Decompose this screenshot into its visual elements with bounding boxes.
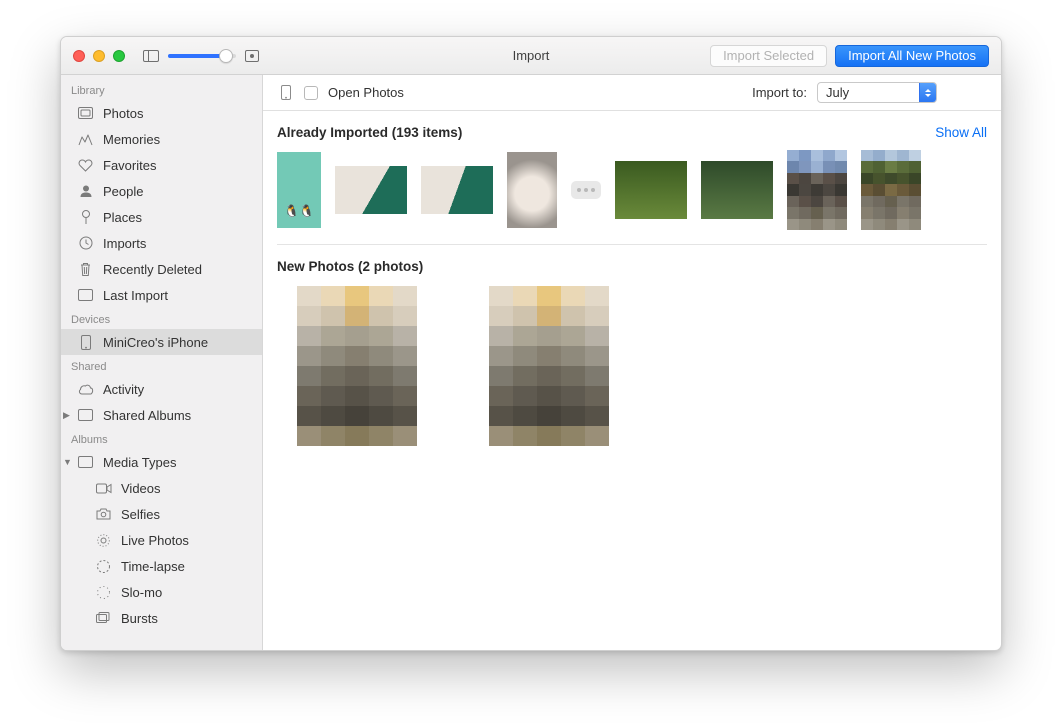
iphone-icon [77, 334, 94, 351]
main-content: Open Photos Import to: July Already Impo… [263, 75, 1001, 650]
sidebar-item-label: Memories [103, 132, 160, 147]
photo-thumbnail[interactable] [787, 150, 847, 230]
sidebar-item-label: Media Types [103, 455, 176, 470]
sidebar-item-places[interactable]: Places [61, 204, 262, 230]
photo-thumbnail[interactable]: 🐧🐧 [277, 152, 321, 228]
photo-thumbnail[interactable] [701, 161, 773, 219]
sidebar-section-library: Library [61, 79, 262, 100]
sidebar-item-memories[interactable]: Memories [61, 126, 262, 152]
sidebar-section-shared: Shared [61, 355, 262, 376]
memories-icon [77, 131, 94, 148]
sidebar-item-label: Live Photos [121, 533, 189, 548]
sidebar-item-favorites[interactable]: Favorites [61, 152, 262, 178]
sidebar-item-shared-albums[interactable]: ▶ Shared Albums [61, 402, 262, 428]
photo-thumbnail[interactable] [421, 166, 493, 214]
sidebar-item-bursts[interactable]: Bursts [61, 605, 262, 631]
titlebar: Import Import Selected Import All New Ph… [61, 37, 1001, 75]
sidebar: Library Photos Memories Favorites People… [61, 75, 263, 650]
sidebar-item-label: Places [103, 210, 142, 225]
photo-thumbnail[interactable] [507, 152, 557, 228]
sidebar-item-label: Imports [103, 236, 146, 251]
album-icon [77, 287, 94, 304]
photos-app-window: Import Import Selected Import All New Ph… [60, 36, 1002, 651]
sidebar-item-label: Slo-mo [121, 585, 162, 600]
sidebar-section-devices: Devices [61, 308, 262, 329]
sidebar-item-imports[interactable]: Imports [61, 230, 262, 256]
new-photos-heading: New Photos (2 photos) [277, 259, 423, 274]
album-icon [77, 407, 94, 424]
import-subtoolbar: Open Photos Import to: July [263, 75, 1001, 111]
sidebar-section-albums: Albums [61, 428, 262, 449]
album-icon [77, 454, 94, 471]
sidebar-item-live-photos[interactable]: Live Photos [61, 527, 262, 553]
sidebar-item-label: Photos [103, 106, 143, 121]
sidebar-item-timelapse[interactable]: Time-lapse [61, 553, 262, 579]
more-indicator[interactable] [571, 181, 601, 199]
sidebar-item-label: Favorites [103, 158, 156, 173]
sidebar-item-photos[interactable]: Photos [61, 100, 262, 126]
sidebar-item-label: People [103, 184, 143, 199]
sidebar-item-label: Bursts [121, 611, 158, 626]
sidebar-item-label: Last Import [103, 288, 168, 303]
import-to-value: July [826, 85, 849, 100]
sidebar-item-label: Videos [121, 481, 161, 496]
sidebar-item-label: Recently Deleted [103, 262, 202, 277]
video-icon [95, 480, 112, 497]
timelapse-icon [95, 558, 112, 575]
open-photos-checkbox[interactable] [304, 86, 318, 100]
import-to-label: Import to: [752, 85, 807, 100]
sidebar-item-recently-deleted[interactable]: Recently Deleted [61, 256, 262, 282]
photo-thumbnail[interactable] [615, 161, 687, 219]
sidebar-item-device-iphone[interactable]: MiniCreo's iPhone [61, 329, 262, 355]
person-icon [77, 183, 94, 200]
sidebar-item-label: Shared Albums [103, 408, 191, 423]
sidebar-item-label: Activity [103, 382, 144, 397]
window-title: Import [61, 48, 1001, 63]
already-imported-strip: 🐧🐧 [277, 150, 987, 245]
photos-icon [77, 105, 94, 122]
disclosure-triangle-icon[interactable]: ▼ [63, 457, 72, 467]
chevron-updown-icon [919, 83, 936, 102]
new-photo-thumbnail[interactable] [489, 286, 609, 446]
sidebar-item-selfies[interactable]: Selfies [61, 501, 262, 527]
camera-icon [95, 506, 112, 523]
new-photo-thumbnail[interactable] [297, 286, 417, 446]
photo-thumbnail[interactable] [861, 150, 921, 230]
sidebar-item-media-types[interactable]: ▼ Media Types [61, 449, 262, 475]
import-to-dropdown[interactable]: July [817, 82, 937, 103]
sidebar-item-slomo[interactable]: Slo-mo [61, 579, 262, 605]
sidebar-item-label: Time-lapse [121, 559, 185, 574]
sidebar-item-last-import[interactable]: Last Import [61, 282, 262, 308]
new-photos-row [277, 286, 987, 446]
disclosure-triangle-icon[interactable]: ▶ [63, 410, 70, 421]
sidebar-item-videos[interactable]: Videos [61, 475, 262, 501]
sidebar-item-people[interactable]: People [61, 178, 262, 204]
heart-icon [77, 157, 94, 174]
trash-icon [77, 261, 94, 278]
pin-icon [77, 209, 94, 226]
cloud-icon [77, 381, 94, 398]
iphone-icon [277, 84, 294, 101]
bursts-icon [95, 610, 112, 627]
photo-thumbnail[interactable] [335, 166, 407, 214]
open-photos-label: Open Photos [328, 85, 404, 100]
show-all-link[interactable]: Show All [935, 125, 987, 140]
clock-icon [77, 235, 94, 252]
live-photos-icon [95, 532, 112, 549]
already-imported-heading: Already Imported (193 items) [277, 125, 462, 140]
slomo-icon [95, 584, 112, 601]
sidebar-item-label: Selfies [121, 507, 160, 522]
sidebar-item-activity[interactable]: Activity [61, 376, 262, 402]
sidebar-item-label: MiniCreo's iPhone [103, 335, 208, 350]
